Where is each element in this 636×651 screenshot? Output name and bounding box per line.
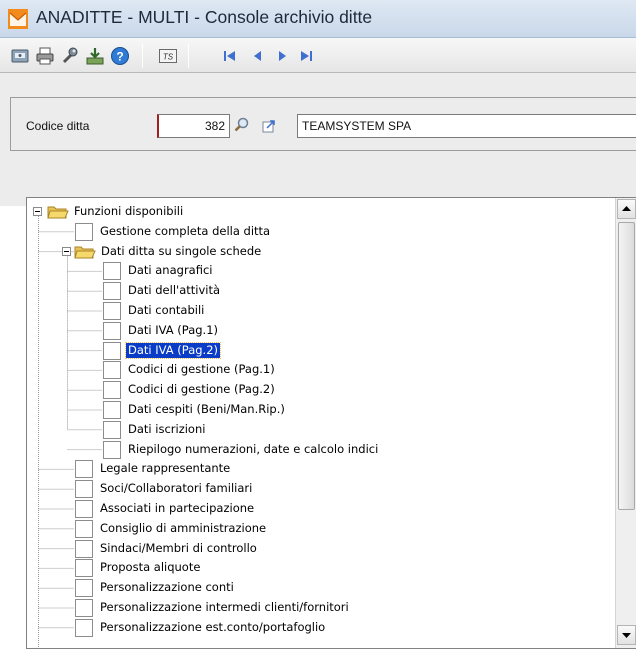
- blank-page-icon: [103, 401, 121, 419]
- blank-page-icon: [103, 381, 121, 400]
- tree-item[interactable]: Personalizzazione est.conto/portafoglio: [27, 618, 607, 637]
- blank-page-icon: [75, 539, 93, 558]
- window-title: ANADITTE - MULTI - Console archivio ditt…: [36, 7, 373, 27]
- tree-item-label: Codici di gestione (Pag.2): [128, 382, 275, 397]
- tree-item-label: Associati in partecipazione: [100, 501, 255, 515]
- vertical-scrollbar[interactable]: [615, 198, 636, 648]
- ts-icon[interactable]: TS: [158, 46, 178, 66]
- tree-item[interactable]: Proposta aliquote: [27, 559, 607, 578]
- toolbar-separator: [142, 44, 143, 68]
- tree-item-label: Dati iscrizioni: [128, 421, 206, 436]
- tree-item-label: Proposta aliquote: [100, 560, 201, 575]
- ts-label: TS: [163, 53, 174, 62]
- blank-page-icon: [103, 440, 121, 459]
- tree-item[interactable]: Dati anagrafici: [27, 262, 607, 281]
- tree-item[interactable]: Personalizzazione conti: [27, 579, 607, 598]
- help-icon[interactable]: ?: [110, 46, 130, 66]
- next-record-icon[interactable]: [272, 46, 292, 66]
- tree-item-label: Personalizzazione conti: [100, 580, 234, 595]
- arrow-down-icon: [622, 633, 631, 638]
- tools-icon[interactable]: [60, 46, 80, 66]
- tree-item-label: Funzioni disponibili: [74, 204, 184, 218]
- tree-item-label: Personalizzazione intermedi clienti/forn…: [100, 600, 349, 614]
- tree-item[interactable]: Soci/Collaboratori familiari: [27, 480, 607, 499]
- tree-item-label: Personalizzazione est.conto/portafoglio: [100, 619, 326, 634]
- tree-item-label: Consiglio di amministrazione: [100, 520, 267, 535]
- blank-page-icon: [75, 480, 93, 499]
- tree-item-label: Gestione completa della ditta: [100, 223, 271, 238]
- disk-icon[interactable]: [10, 46, 30, 66]
- open-folder-icon: [74, 246, 96, 259]
- tree-item[interactable]: Dati dell'attività: [27, 282, 607, 301]
- tree-item-label: Dati anagrafici: [128, 263, 213, 278]
- functions-tree[interactable]: Funzioni disponibili Gestione completa de…: [26, 197, 636, 649]
- toolbar: ? TS: [0, 38, 636, 73]
- magnifier-icon[interactable]: [233, 116, 251, 134]
- tree-item[interactable]: Legale rappresentante: [27, 460, 607, 479]
- collapse-toggle-icon[interactable]: [62, 246, 71, 256]
- tree-item-label: Dati cespiti (Beni/Man.Rip.): [128, 402, 285, 416]
- tree-item[interactable]: Gestione completa della ditta: [27, 222, 607, 241]
- company-panel: [0, 73, 636, 206]
- tree-item[interactable]: Codici di gestione (Pag.1): [27, 361, 607, 380]
- title-bar: ANADITTE - MULTI - Console archivio ditt…: [0, 0, 636, 38]
- tree-item[interactable]: Dati cespiti (Beni/Man.Rip.): [27, 401, 607, 419]
- tree-item[interactable]: Codici di gestione (Pag.2): [27, 381, 607, 400]
- blank-page-icon: [103, 361, 121, 380]
- blank-page-icon: [75, 618, 93, 637]
- tree-item-label: Dati ditta su singole schede: [101, 243, 262, 258]
- tree-item[interactable]: Sindaci/Membri di controllo: [27, 539, 607, 558]
- open-folder-icon: [47, 206, 69, 219]
- blank-page-icon: [75, 500, 93, 518]
- tree-item-label: Dati IVA (Pag.2): [124, 341, 222, 359]
- tree-item-label: Dati dell'attività: [128, 283, 221, 298]
- tree-item-label: Dati contabili: [128, 303, 205, 317]
- scroll-down-button[interactable]: [617, 625, 636, 645]
- blank-page-icon: [75, 460, 93, 479]
- tree-item[interactable]: Personalizzazione intermedi clienti/forn…: [27, 599, 607, 617]
- tree-folder-node[interactable]: Dati ditta su singole schede: [27, 244, 607, 260]
- scroll-up-button[interactable]: [617, 199, 636, 219]
- blank-page-icon: [75, 579, 93, 598]
- blank-page-icon: [103, 302, 121, 320]
- blank-page-icon: [103, 321, 121, 340]
- blank-page-icon: [75, 559, 93, 578]
- tree-item-label: Riepilogo numerazioni, date e calcolo in…: [128, 441, 379, 456]
- tree-item[interactable]: Dati contabili: [27, 302, 607, 320]
- previous-record-icon[interactable]: [248, 46, 268, 66]
- tree-item[interactable]: Associati in partecipazione: [27, 500, 607, 518]
- scroll-thumb[interactable]: [618, 222, 635, 510]
- open-link-icon[interactable]: [262, 119, 276, 133]
- company-name-field: TEAMSYSTEM SPA: [297, 114, 636, 138]
- blank-page-icon: [75, 222, 93, 241]
- blank-page-icon: [75, 599, 93, 617]
- tree-item[interactable]: Dati IVA (Pag.1): [27, 321, 607, 340]
- toolbar-separator: [188, 44, 189, 68]
- tree-item-label: Legale rappresentante: [100, 461, 231, 476]
- company-code-label: Codice ditta: [26, 119, 90, 133]
- collapse-toggle-icon[interactable]: [33, 207, 42, 216]
- tree-item[interactable]: Dati IVA (Pag.2): [27, 341, 607, 360]
- arrow-up-icon: [622, 206, 631, 211]
- last-record-icon[interactable]: [296, 46, 316, 66]
- tree-item-label: Codici di gestione (Pag.1): [128, 362, 275, 377]
- blank-page-icon: [103, 282, 121, 301]
- tree-item-label: Dati IVA (Pag.1): [128, 322, 219, 337]
- tree-folder-node[interactable]: Funzioni disponibili: [27, 204, 607, 220]
- blank-page-icon: [103, 262, 121, 281]
- blank-page-icon: [103, 420, 121, 439]
- company-code-field[interactable]: 382: [157, 114, 230, 138]
- tree-item[interactable]: Consiglio di amministrazione: [27, 519, 607, 538]
- app-logo-icon: [8, 9, 28, 29]
- blank-page-icon: [75, 519, 93, 538]
- tree-item-label: Sindaci/Membri di controllo: [100, 540, 257, 555]
- tree-item[interactable]: Dati iscrizioni: [27, 420, 607, 439]
- tree-item-label: Soci/Collaboratori familiari: [100, 481, 253, 496]
- print-icon[interactable]: [35, 46, 55, 66]
- tree-item[interactable]: Riepilogo numerazioni, date e calcolo in…: [27, 440, 607, 459]
- first-record-icon[interactable]: [220, 46, 240, 66]
- svg-text:?: ?: [116, 50, 123, 64]
- blank-page-icon: [103, 341, 121, 360]
- download-icon[interactable]: [85, 46, 105, 66]
